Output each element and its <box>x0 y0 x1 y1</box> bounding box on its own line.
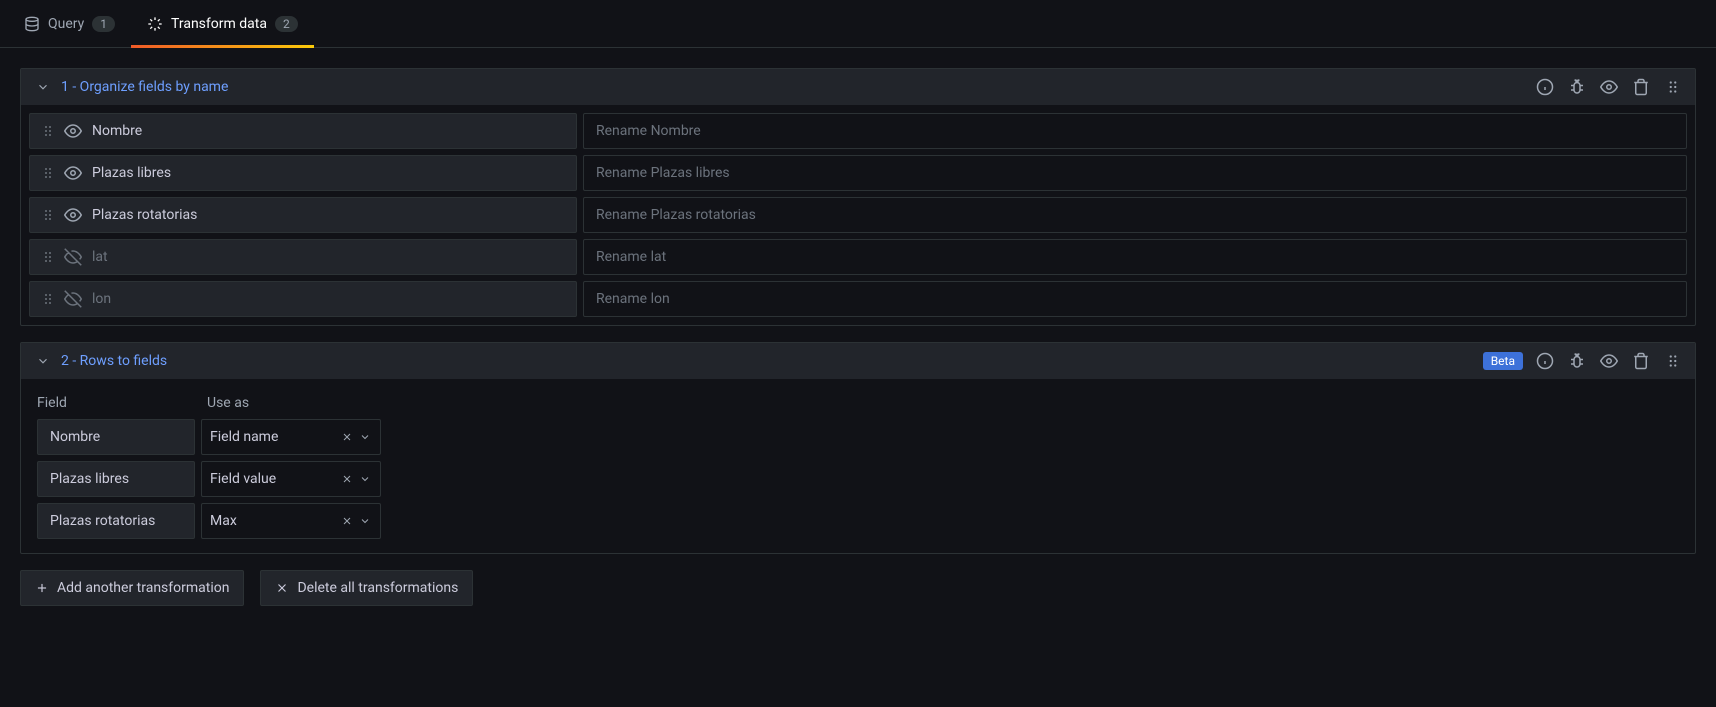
mapping-field-label: Nombre <box>37 419 195 455</box>
tab-transform-label: Transform data <box>171 16 267 32</box>
eye-icon[interactable] <box>1599 77 1619 97</box>
use-as-select[interactable]: Field value <box>201 461 381 497</box>
select-value: Field name <box>210 429 278 445</box>
close-icon <box>275 581 289 595</box>
field-row: Nombre <box>29 113 1687 149</box>
database-icon <box>24 16 40 32</box>
chevron-down-icon[interactable] <box>33 351 53 371</box>
visibility-off-icon[interactable] <box>64 290 82 308</box>
drag-handle-icon[interactable] <box>42 207 54 223</box>
field-name-label: lon <box>92 291 111 307</box>
chevron-down-icon[interactable] <box>358 472 372 486</box>
drag-icon[interactable] <box>1663 77 1683 97</box>
transform-title-wrap: 1 - Organize fields by name <box>33 77 228 97</box>
clear-icon[interactable] <box>340 514 354 528</box>
trash-icon[interactable] <box>1631 351 1651 371</box>
field-name-label: lat <box>92 249 108 265</box>
select-value: Max <box>210 513 237 529</box>
visibility-off-icon[interactable] <box>64 248 82 266</box>
drag-handle-icon[interactable] <box>42 123 54 139</box>
mapping-row: Nombre Field name <box>37 419 1687 455</box>
field-label-box: Nombre <box>29 113 577 149</box>
chevron-down-icon[interactable] <box>358 430 372 444</box>
tab-transform-badge: 2 <box>275 16 298 32</box>
info-icon[interactable] <box>1535 77 1555 97</box>
field-label-box: Plazas rotatorias <box>29 197 577 233</box>
use-as-select[interactable]: Field name <box>201 419 381 455</box>
mapping-grid-header: Field Use as <box>37 387 1687 419</box>
drag-handle-icon[interactable] <box>42 249 54 265</box>
rename-input[interactable] <box>583 197 1687 233</box>
field-name-label: Nombre <box>92 123 142 139</box>
transform-header: 1 - Organize fields by name <box>21 69 1695 105</box>
mapping-row: Plazas rotatorias Max <box>37 503 1687 539</box>
rename-input[interactable] <box>583 113 1687 149</box>
info-icon[interactable] <box>1535 351 1555 371</box>
header-use-as: Use as <box>207 395 387 411</box>
transform-actions <box>1535 77 1683 97</box>
field-name-label: Plazas rotatorias <box>92 207 197 223</box>
transform-header: 2 - Rows to fields Beta <box>21 343 1695 379</box>
footer-buttons: Add another transformation Delete all tr… <box>20 570 1696 606</box>
plus-icon <box>35 581 49 595</box>
rename-input[interactable] <box>583 155 1687 191</box>
transform-body: Nombre Plazas libres <box>21 105 1695 325</box>
delete-all-button[interactable]: Delete all transformations <box>260 570 473 606</box>
transform-organize-fields: 1 - Organize fields by name <box>20 68 1696 326</box>
field-label-box: lat <box>29 239 577 275</box>
use-as-select[interactable]: Max <box>201 503 381 539</box>
debug-icon[interactable] <box>1567 351 1587 371</box>
clear-icon[interactable] <box>340 430 354 444</box>
select-controls <box>340 472 372 486</box>
mapping-field-label: Plazas rotatorias <box>37 503 195 539</box>
field-row: Plazas libres <box>29 155 1687 191</box>
drag-icon[interactable] <box>1663 351 1683 371</box>
tab-query[interactable]: Query 1 <box>8 0 131 48</box>
transform-title-link[interactable]: 1 - Organize fields by name <box>61 79 228 95</box>
add-button-label: Add another transformation <box>57 580 229 596</box>
tab-transform[interactable]: Transform data 2 <box>131 0 314 48</box>
field-label-box: Plazas libres <box>29 155 577 191</box>
trash-icon[interactable] <box>1631 77 1651 97</box>
eye-icon[interactable] <box>1599 351 1619 371</box>
transform-rows-to-fields: 2 - Rows to fields Beta <box>20 342 1696 554</box>
delete-all-label: Delete all transformations <box>297 580 458 596</box>
transform-body: Field Use as Nombre Field name <box>21 379 1695 553</box>
transform-actions: Beta <box>1483 351 1683 371</box>
field-label-box: lon <box>29 281 577 317</box>
visibility-toggle-icon[interactable] <box>64 122 82 140</box>
select-controls <box>340 430 372 444</box>
debug-icon[interactable] <box>1567 77 1587 97</box>
field-name-label: Plazas libres <box>92 165 171 181</box>
beta-badge: Beta <box>1483 352 1523 370</box>
rename-input[interactable] <box>583 281 1687 317</box>
select-value: Field value <box>210 471 276 487</box>
visibility-toggle-icon[interactable] <box>64 164 82 182</box>
mapping-field-label: Plazas libres <box>37 461 195 497</box>
content-area: 1 - Organize fields by name <box>0 48 1716 626</box>
tab-query-badge: 1 <box>92 16 115 32</box>
chevron-down-icon[interactable] <box>358 514 372 528</box>
mapping-row: Plazas libres Field value <box>37 461 1687 497</box>
tab-query-label: Query <box>48 16 84 32</box>
process-icon <box>147 16 163 32</box>
transform-title-wrap: 2 - Rows to fields <box>33 351 167 371</box>
tabs-bar: Query 1 Transform data 2 <box>0 0 1716 48</box>
field-row: Plazas rotatorias <box>29 197 1687 233</box>
field-row: lon <box>29 281 1687 317</box>
clear-icon[interactable] <box>340 472 354 486</box>
header-field: Field <box>37 395 195 411</box>
drag-handle-icon[interactable] <box>42 165 54 181</box>
drag-handle-icon[interactable] <box>42 291 54 307</box>
select-controls <box>340 514 372 528</box>
chevron-down-icon[interactable] <box>33 77 53 97</box>
visibility-toggle-icon[interactable] <box>64 206 82 224</box>
transform-title-link[interactable]: 2 - Rows to fields <box>61 353 167 369</box>
rename-input[interactable] <box>583 239 1687 275</box>
add-transformation-button[interactable]: Add another transformation <box>20 570 244 606</box>
field-row: lat <box>29 239 1687 275</box>
